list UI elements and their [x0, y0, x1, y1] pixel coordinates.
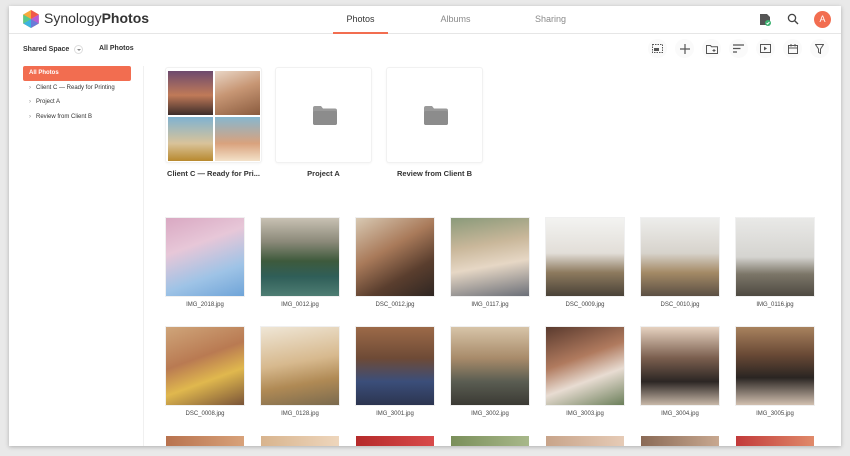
photo-thumbnail[interactable]: [546, 218, 624, 296]
calendar-icon[interactable]: [783, 39, 802, 58]
folder-thumbnail-grid: [168, 71, 260, 161]
toolbar-icons: [640, 39, 829, 58]
tab-photos[interactable]: Photos: [333, 6, 388, 34]
top-right-icons: A: [746, 10, 831, 28]
sub-toolbar: Shared Space All Photos: [9, 36, 841, 64]
photo-thumbnail-partial[interactable]: [736, 436, 814, 446]
photo-filename: IMG_0116.jpg: [756, 302, 794, 308]
photo-filename: IMG_3003.jpg: [566, 411, 604, 417]
brand-synology: Synology: [44, 10, 102, 26]
app-brand: SynologyPhotos: [44, 10, 149, 26]
photo-thumbnail[interactable]: [166, 218, 244, 296]
search-icon[interactable]: [784, 10, 802, 28]
photo-thumbnail[interactable]: [356, 218, 434, 296]
photo-filename: DSC_0012.jpg: [375, 302, 415, 308]
user-avatar[interactable]: A: [814, 10, 831, 28]
photo-filename: IMG_3004.jpg: [661, 411, 699, 417]
folder-thumbnail: [168, 71, 213, 115]
folder-thumbnail: [215, 117, 260, 161]
sidebar-item-review-client-b[interactable]: › Review from Client B: [23, 110, 131, 125]
slideshow-icon[interactable]: [756, 39, 775, 58]
main-tabs: Photos Albums Sharing: [333, 6, 618, 34]
photo-filename: IMG_3001.jpg: [376, 411, 414, 417]
chevron-right-icon[interactable]: ›: [29, 81, 36, 96]
select-icon[interactable]: [648, 39, 667, 58]
photo-thumbnail-partial[interactable]: [261, 436, 339, 446]
photo-thumbnail[interactable]: [166, 327, 244, 405]
photo-thumbnail-partial[interactable]: [546, 436, 624, 446]
all-photos-label: All Photos: [99, 45, 134, 52]
sidebar-item-label: Client C — Ready for Printing: [36, 84, 115, 91]
photo-thumbnail-partial[interactable]: [451, 436, 529, 446]
shared-space-label: Shared Space: [23, 46, 70, 53]
folder-icon: [313, 106, 337, 125]
upload-status-icon[interactable]: [756, 10, 774, 28]
sidebar-item-label: All Photos: [29, 70, 59, 76]
sidebar: All Photos › Client C — Ready for Printin…: [23, 66, 131, 124]
photo-filename: IMG_3005.jpg: [756, 411, 794, 417]
tab-albums[interactable]: Albums: [428, 6, 483, 34]
sort-icon[interactable]: [729, 39, 748, 58]
app-window: SynologyPhotos Photos Albums Sharing A S…: [9, 6, 841, 446]
folder-label: Client C — Ready for Pri...: [167, 169, 260, 178]
photo-filename: IMG_0128.jpg: [281, 411, 319, 417]
photo-thumbnail[interactable]: [546, 327, 624, 405]
sidebar-divider: [143, 66, 144, 446]
photo-filename: DSC_0010.jpg: [660, 302, 700, 308]
folder-thumbnail: [215, 71, 260, 115]
photo-filename: IMG_0012.jpg: [281, 302, 319, 308]
photo-thumbnail[interactable]: [451, 327, 529, 405]
chevron-right-icon[interactable]: ›: [29, 95, 36, 110]
folder-project-a[interactable]: [275, 67, 372, 163]
photo-filename: DSC_0009.jpg: [565, 302, 605, 308]
chevron-down-icon[interactable]: [74, 45, 84, 54]
add-icon[interactable]: [675, 39, 694, 58]
top-bar: SynologyPhotos Photos Albums Sharing A: [9, 6, 841, 34]
brand-photos: Photos: [101, 10, 150, 26]
sidebar-item-client-c[interactable]: › Client C — Ready for Printing: [23, 81, 131, 96]
photo-thumbnail[interactable]: [451, 218, 529, 296]
folder-icon: [424, 106, 448, 125]
filter-icon[interactable]: [810, 39, 829, 58]
photo-thumbnail[interactable]: [261, 327, 339, 405]
photo-thumbnail[interactable]: [736, 218, 814, 296]
photo-filename: DSC_0008.jpg: [185, 411, 225, 417]
folder-review-client-b[interactable]: [386, 67, 483, 163]
photo-thumbnail-partial[interactable]: [641, 436, 719, 446]
sidebar-item-all-photos[interactable]: All Photos: [23, 66, 131, 81]
photo-filename: IMG_2018.jpg: [186, 302, 224, 308]
photo-thumbnail[interactable]: [261, 218, 339, 296]
tab-sharing[interactable]: Sharing: [523, 6, 578, 34]
sidebar-item-label: Review from Client B: [36, 113, 93, 120]
photo-thumbnail[interactable]: [736, 327, 814, 405]
folder-client-c[interactable]: [165, 67, 262, 163]
photo-thumbnail-partial[interactable]: [166, 436, 244, 446]
new-folder-icon[interactable]: [702, 39, 721, 58]
sidebar-item-project-a[interactable]: › Project A: [23, 95, 131, 110]
chevron-right-icon[interactable]: ›: [29, 110, 36, 125]
photo-thumbnail[interactable]: [356, 327, 434, 405]
folder-thumbnail: [168, 117, 213, 161]
photo-filename: IMG_0117.jpg: [471, 302, 509, 308]
photo-thumbnail[interactable]: [641, 327, 719, 405]
photo-filename: IMG_3002.jpg: [471, 411, 509, 417]
photo-thumbnail[interactable]: [641, 218, 719, 296]
sidebar-item-label: Project A: [36, 99, 61, 105]
synology-photos-logo-icon: [23, 10, 39, 28]
folder-label: Project A: [307, 169, 340, 178]
photo-thumbnail-partial[interactable]: [356, 436, 434, 446]
shared-space-selector[interactable]: Shared Space: [23, 45, 84, 54]
folder-label: Review from Client B: [396, 169, 472, 178]
